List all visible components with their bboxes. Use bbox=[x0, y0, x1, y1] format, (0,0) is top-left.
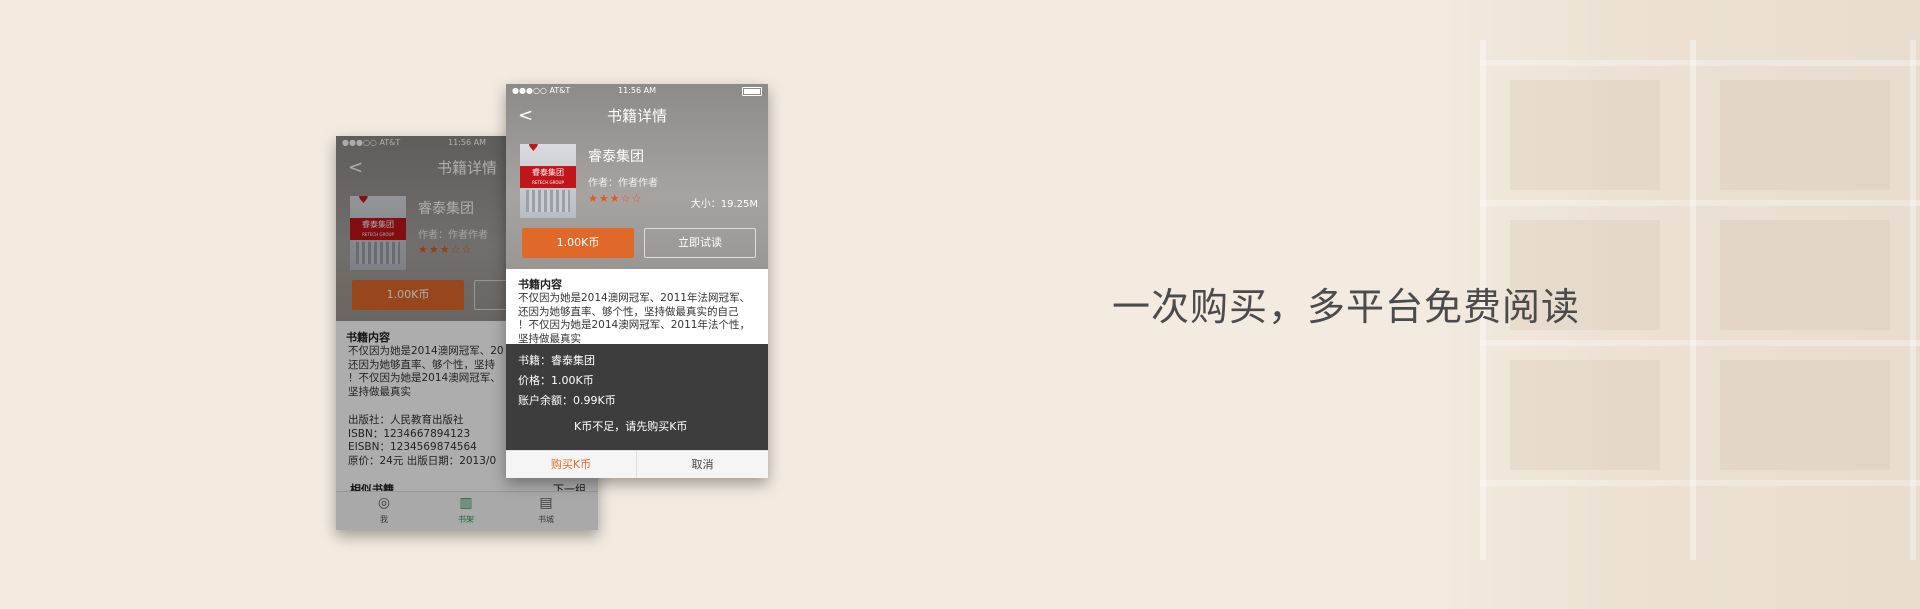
book-title: 睿泰集团 bbox=[588, 149, 644, 165]
dialog-balance: 账户余额：0.99K币 bbox=[518, 394, 616, 407]
buy-button[interactable]: 1.00K币 bbox=[522, 228, 634, 258]
chevron-left-icon[interactable]: < bbox=[518, 98, 533, 134]
dialog-warning: K币不足，请先购买K币 bbox=[574, 420, 688, 433]
cancel-button[interactable]: 取消 bbox=[637, 451, 768, 478]
file-size: 大小：19.25M bbox=[690, 199, 758, 210]
phone-front-screen: ●●●○○ AT&T 11:56 AM < 书籍详情 ♥ 睿泰集团 RETECH … bbox=[506, 84, 768, 478]
book-description: 不仅因为她是2014澳网冠军、2011年法网冠军、 还因为她够直率、够个性，坚持… bbox=[518, 292, 750, 345]
purchase-dialog: 书籍：睿泰集团 价格：1.00K币 账户余额：0.99K币 K币不足，请先购买K… bbox=[506, 344, 768, 450]
content-section-title: 书籍内容 bbox=[518, 278, 562, 291]
buy-coins-button[interactable]: 购买K币 bbox=[506, 451, 637, 478]
book-author: 作者：作者作者 bbox=[588, 178, 658, 189]
book-cover[interactable]: ♥ 睿泰集团 RETECH GROUP bbox=[520, 144, 576, 218]
dialog-price: 价格：1.00K币 bbox=[518, 374, 594, 387]
nav-title: 书籍详情 bbox=[606, 107, 667, 125]
try-read-button[interactable]: 立即试读 bbox=[644, 228, 756, 258]
heart-icon: ♥ bbox=[528, 144, 539, 154]
battery-icon bbox=[742, 87, 762, 96]
status-bar: ●●●○○ AT&T 11:56 AM bbox=[506, 84, 768, 98]
dialog-book: 书籍：睿泰集团 bbox=[518, 354, 595, 367]
dialog-actions: 购买K币 取消 bbox=[506, 450, 768, 478]
nav-bar: < 书籍详情 bbox=[506, 98, 768, 134]
rating-stars: ★★★☆☆ bbox=[588, 192, 643, 205]
tagline: 一次购买，多平台免费阅读 bbox=[1112, 285, 1581, 329]
